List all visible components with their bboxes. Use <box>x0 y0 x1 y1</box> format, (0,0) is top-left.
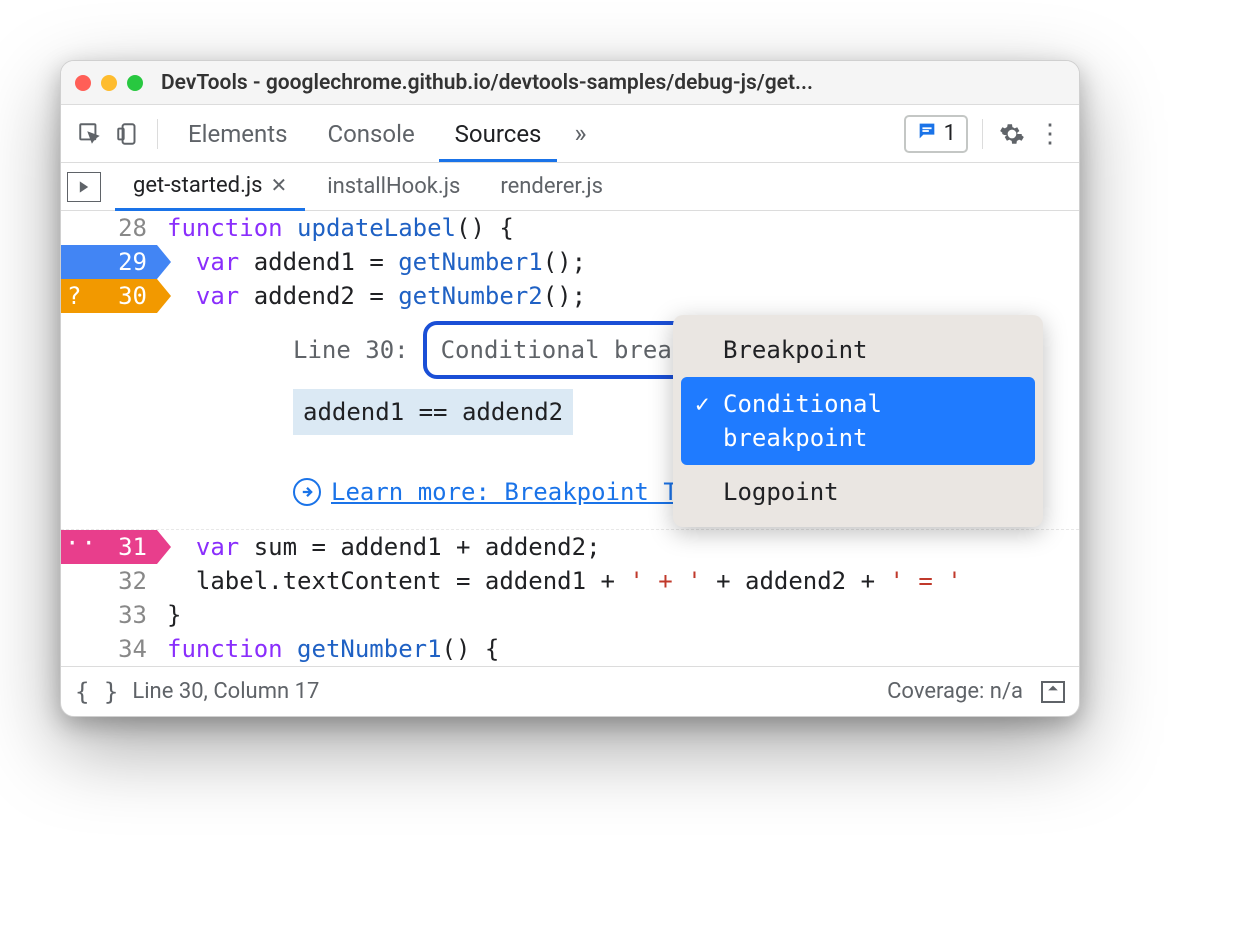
code-text: var addend1 = getNumber1(); <box>157 245 1079 279</box>
code-editor[interactable]: 28 function updateLabel() { 29 var adden… <box>61 211 1079 666</box>
code-text: } <box>157 598 1079 632</box>
code-line: 33 } <box>61 598 1079 632</box>
separator <box>157 119 158 149</box>
cursor-position: Line 30, Column 17 <box>132 679 319 704</box>
inspect-icon[interactable] <box>75 119 105 149</box>
file-tab-row: get-started.js ✕ installHook.js renderer… <box>61 163 1079 211</box>
breakpoint-marker-blue[interactable]: 29 <box>61 245 157 279</box>
title-bar: DevTools - googlechrome.github.io/devtoo… <box>61 61 1079 105</box>
breakpoint-type-menu: Breakpoint Conditional breakpoint Logpoi… <box>673 315 1043 527</box>
main-toolbar: Elements Console Sources » 1 ⋮ <box>61 105 1079 163</box>
file-tab-label: get-started.js <box>133 173 263 198</box>
code-line: 34 function getNumber1() { <box>61 632 1079 666</box>
close-tab-icon[interactable]: ✕ <box>271 173 288 197</box>
menu-item-breakpoint[interactable]: Breakpoint <box>681 323 1035 377</box>
code-line: ?30 var addend2 = getNumber2(); <box>61 279 1079 313</box>
gutter-line-number[interactable]: 34 <box>61 632 157 666</box>
breakpoint-marker-logpoint[interactable]: ··31 <box>61 530 157 564</box>
code-text: label.textContent = addend1 + ' + ' + ad… <box>157 564 1079 598</box>
maximize-window-button[interactable] <box>127 75 143 91</box>
show-drawer-icon[interactable] <box>1041 681 1065 703</box>
code-line: 32 label.textContent = addend1 + ' + ' +… <box>61 564 1079 598</box>
window-title: DevTools - googlechrome.github.io/devtoo… <box>161 71 1065 95</box>
navigator-toggle-icon[interactable] <box>67 172 101 202</box>
gutter-line-number[interactable]: 33 <box>61 598 157 632</box>
menu-item-logpoint[interactable]: Logpoint <box>681 465 1035 519</box>
status-bar: { } Line 30, Column 17 Coverage: n/a <box>61 666 1079 716</box>
tab-console[interactable]: Console <box>311 106 430 162</box>
close-window-button[interactable] <box>75 75 91 91</box>
window-controls <box>75 75 143 91</box>
file-tab-renderer[interactable]: renderer.js <box>482 164 621 209</box>
code-text: var addend2 = getNumber2(); <box>157 279 1079 313</box>
kebab-menu-icon[interactable]: ⋮ <box>1035 119 1065 149</box>
breakpoint-marker-conditional[interactable]: ?30 <box>61 279 157 313</box>
breakpoint-edit-panel: Line 30: Conditional breakpoint ▼ addend… <box>61 313 1079 530</box>
device-toggle-icon[interactable] <box>113 119 143 149</box>
issues-count: 1 <box>944 121 956 146</box>
file-tab-installhook[interactable]: installHook.js <box>309 164 478 209</box>
code-line: ··31 var sum = addend1 + addend2; <box>61 530 1079 564</box>
code-line: 28 function updateLabel() { <box>61 211 1079 245</box>
settings-icon[interactable] <box>997 119 1027 149</box>
minimize-window-button[interactable] <box>101 75 117 91</box>
code-line: 29 var addend1 = getNumber1(); <box>61 245 1079 279</box>
coverage-label: Coverage: n/a <box>887 679 1023 704</box>
gutter-line-number[interactable]: 32 <box>61 564 157 598</box>
devtools-window: DevTools - googlechrome.github.io/devtoo… <box>60 60 1080 717</box>
arrow-right-circle-icon <box>293 478 321 506</box>
file-tab-label: installHook.js <box>327 174 460 199</box>
file-tab-label: renderer.js <box>500 174 603 199</box>
breakpoint-expression-input[interactable]: addend1 == addend2 <box>293 389 573 435</box>
code-text: function updateLabel() { <box>157 211 1079 245</box>
file-tab-get-started[interactable]: get-started.js ✕ <box>115 163 305 211</box>
issues-badge[interactable]: 1 <box>904 115 968 153</box>
tab-elements[interactable]: Elements <box>172 106 303 162</box>
more-tabs-icon[interactable]: » <box>565 119 595 149</box>
menu-item-conditional-breakpoint[interactable]: Conditional breakpoint <box>681 377 1035 465</box>
breakpoint-line-label: Line 30: <box>293 333 409 367</box>
code-text: function getNumber1() { <box>157 632 1079 666</box>
pretty-print-icon[interactable]: { } <box>75 678 118 706</box>
issues-icon <box>916 120 938 148</box>
gutter-line-number[interactable]: 28 <box>61 211 157 245</box>
tab-sources[interactable]: Sources <box>439 106 558 162</box>
code-text: var sum = addend1 + addend2; <box>157 530 1079 564</box>
separator <box>982 119 983 149</box>
